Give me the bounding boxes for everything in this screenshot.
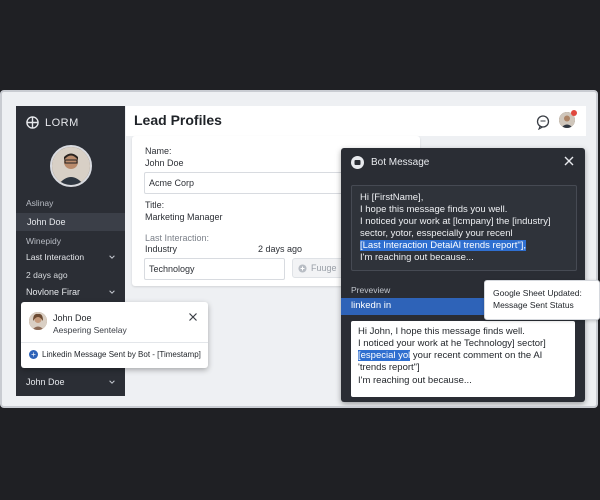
preview-line: I'm reaching out because... — [358, 375, 472, 386]
brand-name: LORM — [45, 116, 79, 129]
plus-circle-icon: + — [29, 350, 38, 359]
person-icon — [52, 147, 90, 185]
close-icon[interactable] — [563, 155, 575, 167]
preview-box: Hi John, I hope this message finds well.… — [351, 321, 575, 397]
company-field[interactable]: Acme Corp — [144, 172, 344, 194]
sidebar-group-label: Winepidy — [26, 236, 61, 246]
bot-icon — [351, 156, 364, 169]
notification-subtitle: Aespering Sentelay — [53, 325, 127, 335]
plus-circle-icon — [298, 263, 307, 273]
chevron-down-icon — [109, 380, 115, 384]
preview-text: your recent comment on the AI — [410, 350, 543, 361]
channel-label: linkedn in — [351, 300, 392, 311]
status-text: Linkedin Message Sent by Bot - [Timestam… — [42, 350, 201, 359]
sidebar-item-label: John Doe — [27, 217, 66, 227]
page-title: Lead Profiles — [134, 112, 222, 128]
message-line: I'm reaching out because... — [360, 252, 474, 263]
tooltip-line: Message Sent Status — [493, 300, 574, 310]
sidebar-item-value: 2 days ago — [26, 270, 68, 280]
message-line: Hi [FirstName], — [360, 192, 424, 203]
grid-icon — [26, 116, 39, 129]
preview-label: Preveview — [351, 285, 391, 295]
person-icon — [29, 312, 47, 330]
sidebar-section-label: Aslinay — [26, 198, 54, 208]
avatar — [29, 312, 47, 330]
bot-message-panel: Bot Message Hi [FirstName], I hope this … — [341, 148, 585, 402]
avatar[interactable] — [50, 145, 92, 187]
message-line: I noticed your work at [lcmpany] the [in… — [360, 216, 551, 227]
chip-label: Fuuge — [311, 263, 337, 273]
title-value: Marketing Manager — [145, 212, 223, 222]
close-icon[interactable] — [188, 312, 198, 322]
notification-toast: John Doe Aespering Sentelay + Linkedin M… — [21, 302, 208, 368]
message-line: sector, yotor, esspecially your recenl — [360, 228, 513, 239]
name-value: John Doe — [145, 158, 184, 168]
brand[interactable]: LORM — [26, 116, 79, 129]
sidebar-item-bottom[interactable]: John Doe — [26, 377, 116, 387]
message-line-highlighted: [Last Interaction DetaiAl trends report"… — [360, 240, 527, 251]
notification-status: + Linkedin Message Sent by Bot - [Timest… — [29, 350, 201, 359]
sidebar-item-label: John Doe — [26, 377, 65, 387]
last-interaction-label: Last Interaction: — [145, 233, 210, 243]
chat-icon[interactable] — [535, 114, 551, 130]
preview-line: I noticed your work at he Technology] se… — [358, 338, 546, 349]
chevron-down-icon — [109, 290, 115, 294]
name-label: Name: — [145, 146, 172, 156]
divider — [21, 342, 208, 343]
sidebar-item-next[interactable]: Novlone Firar — [26, 287, 116, 297]
sidebar-item-label: Novlone Firar — [26, 287, 81, 297]
industry-field[interactable]: Technology — [144, 258, 285, 280]
preview-line: 'trends report"] — [358, 362, 420, 373]
message-line: I hope this message finds you well. — [360, 204, 508, 215]
sidebar-item-label: Last Interaction — [26, 252, 85, 262]
panel-title: Bot Message — [371, 157, 430, 168]
sidebar-item-last-interaction[interactable]: Last Interaction — [26, 252, 116, 262]
notification-badge — [571, 110, 577, 116]
interaction-time: 2 days ago — [258, 244, 303, 254]
app-window: LORM Aslinay John Doe Winepidy Last Inte… — [0, 90, 598, 408]
preview-highlight: [especial yol — [358, 350, 411, 361]
tooltip-line: Google Sheet Updated: — [493, 288, 582, 298]
message-editor[interactable]: Hi [FirstName], I hope this message find… — [351, 185, 577, 271]
sheet-update-tooltip: Google Sheet Updated: Message Sent Statu… — [484, 280, 600, 320]
industry-label: Industry — [145, 244, 178, 254]
title-label: Title: — [145, 200, 165, 210]
preview-line: [especial yol your recent comment on the… — [358, 350, 542, 361]
chevron-down-icon — [109, 255, 115, 259]
preview-line: Hi John, I hope this message finds well. — [358, 326, 525, 337]
notification-name: John Doe — [53, 313, 92, 323]
